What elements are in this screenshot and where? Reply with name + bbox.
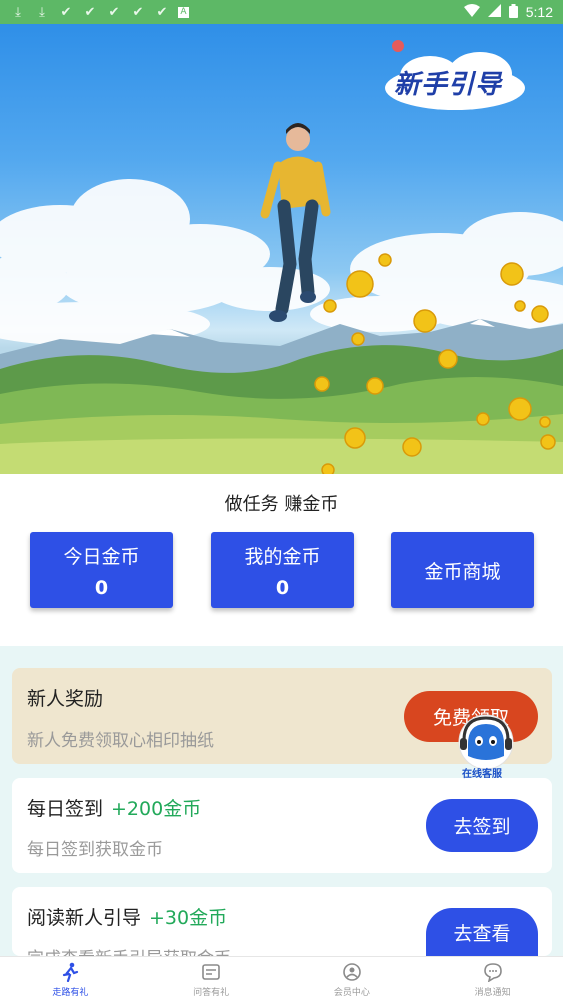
badge-text: 新手引导 — [394, 70, 503, 100]
today-coins-value: 0 — [94, 576, 109, 599]
newbie-guide-badge: 新手引导 — [380, 38, 530, 118]
member-icon — [341, 961, 363, 983]
coin-mall-button[interactable]: 金币商城 — [391, 532, 534, 608]
check-icon: ✔ — [156, 4, 168, 20]
task-subtitle: 新人免费领取心相印抽纸 — [27, 731, 214, 751]
bottom-nav: 走路有礼 问答有礼 会员中心 消息通知 — [0, 956, 563, 1002]
signin-button[interactable]: 去签到 — [426, 799, 538, 852]
task-subtitle: 每日签到获取金币 — [27, 840, 163, 860]
clock-time: 5:12 — [525, 4, 553, 20]
task-subtitle: 完成查看新手引导获取金币 — [27, 944, 231, 956]
nav-label: 问答有礼 — [193, 988, 230, 998]
download-icon: ⤓ — [15, 4, 21, 20]
notification-icons: ⤓ ⤓ ✔ ✔ ✔ ✔ ✔ A — [10, 5, 189, 20]
qa-icon — [200, 961, 222, 983]
my-coins-card[interactable]: 我的金币 0 — [211, 532, 354, 608]
task-title: 每日签到 +200金币 — [27, 798, 202, 820]
section-title: 做任务 赚金币 — [224, 494, 339, 515]
my-coins-label: 我的金币 — [244, 545, 321, 568]
nav-label: 消息通知 — [474, 988, 511, 998]
nav-walk-reward[interactable]: 走路有礼 — [0, 957, 141, 1002]
nav-label: 会员中心 — [333, 988, 370, 998]
runner-icon — [59, 961, 81, 983]
download-icon: ⤓ — [39, 4, 45, 20]
nav-label: 走路有礼 — [52, 988, 89, 998]
signal-icon — [487, 4, 501, 20]
task-title: 新人奖励 — [27, 688, 104, 710]
task-reward: +30金币 — [149, 907, 228, 929]
today-coins-card[interactable]: 今日金币 0 — [30, 532, 173, 608]
check-icon: ✔ — [108, 4, 120, 20]
today-coins-label: 今日金币 — [63, 545, 140, 568]
status-bar: ⤓ ⤓ ✔ ✔ ✔ ✔ ✔ A 5:12 — [0, 0, 563, 24]
check-icon: ✔ — [84, 4, 96, 20]
battery-icon — [508, 3, 518, 21]
check-icon: ✔ — [132, 4, 144, 20]
task-reward: +200金币 — [111, 798, 202, 820]
customer-service-label: 在线客服 — [462, 769, 502, 780]
my-coins-value: 0 — [275, 576, 290, 599]
coin-mall-label: 金币商城 — [424, 560, 501, 583]
view-guide-button[interactable]: 去查看 — [426, 908, 538, 956]
nav-member-center[interactable]: 会员中心 — [282, 957, 423, 1002]
task-title: 阅读新人引导 +30金币 — [27, 907, 228, 929]
wifi-icon — [463, 4, 480, 20]
font-icon: A — [178, 6, 189, 18]
nav-messages[interactable]: 消息通知 — [422, 957, 563, 1002]
check-icon: ✔ — [60, 4, 72, 20]
nav-qa-reward[interactable]: 问答有礼 — [141, 957, 282, 1002]
hero-banner: 新手引导 — [0, 24, 563, 474]
message-icon — [482, 961, 504, 983]
